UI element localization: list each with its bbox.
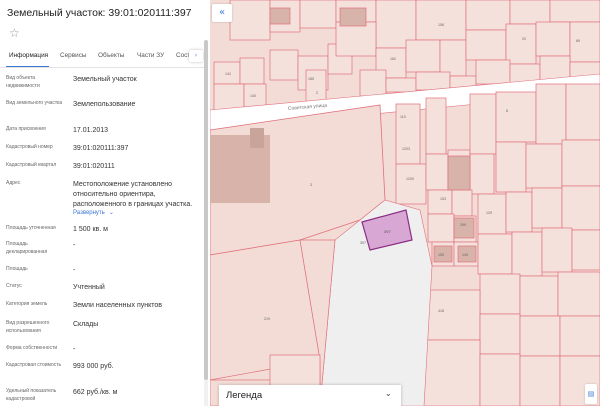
layers-icon[interactable]: ▤	[585, 384, 597, 404]
expand-label[interactable]: Развернуть	[73, 210, 105, 216]
parcel-number: 2	[316, 91, 318, 95]
attr-value: Земли населенных пунктов	[73, 302, 163, 309]
attr-label: Кадастровый номер	[6, 144, 53, 150]
parcel-number: 140	[250, 94, 256, 98]
scrollbar-thumb[interactable]	[204, 40, 208, 380]
attr-label: Адрес	[6, 180, 21, 186]
attr-value: 39:01:020111:397	[73, 145, 129, 152]
attr-label: Вид земельного участка	[6, 100, 63, 106]
tab-parts[interactable]: Части ЗУ	[137, 52, 164, 59]
attr-label: Статус	[6, 283, 22, 289]
tab-services[interactable]: Сервисы	[60, 52, 86, 59]
attr-label: Форма собственности	[6, 345, 58, 351]
tab-objects[interactable]: Объекты	[98, 52, 124, 59]
attr-value: -	[73, 242, 76, 249]
attr-value: -	[73, 267, 76, 274]
parcel-number: 129	[486, 211, 492, 215]
parcel-number: 418	[438, 309, 444, 313]
attr-label: Дата присвоения	[6, 126, 46, 132]
attr-value: 993 000 руб.	[73, 363, 114, 370]
attr-label: Кадастровая стоимость	[6, 362, 62, 368]
cadastral-map[interactable]: Советская улица 397 141 185 140 162 3 15…	[210, 0, 600, 406]
attr-value: Земельный участок	[73, 76, 137, 83]
attr-value: 17.01.2013	[73, 127, 109, 134]
parcel-number: 156	[438, 23, 444, 27]
selected-parcel-label: 397	[384, 229, 391, 234]
active-tab-indicator	[6, 66, 49, 67]
attr-value: 1 500 кв. м	[73, 226, 108, 233]
map-canvas[interactable]: Советская улица 397 141 185 140 162 3 15…	[210, 0, 600, 406]
attr-value: Склады	[73, 321, 99, 328]
attr-value: Местоположение установлено относительно …	[73, 181, 193, 208]
parcel-number: 8	[506, 109, 508, 113]
parcel-number: 149	[462, 253, 468, 257]
parcel-number: 110	[400, 115, 406, 119]
attr-label: Вид объекта недвижимости	[6, 75, 40, 89]
double-chevron-left-icon[interactable]: «	[212, 4, 232, 22]
parcel-number: 399	[460, 223, 466, 227]
parcel-number: 3	[310, 183, 312, 187]
attr-value: -	[73, 346, 76, 353]
parcel-number: 219	[264, 317, 270, 321]
attr-value: 39:01:020111	[73, 163, 115, 170]
chevron-down-icon[interactable]: ⌄	[109, 209, 114, 216]
parcel-number: 1200	[406, 177, 414, 181]
parcel-number: 1203	[402, 147, 410, 151]
attr-value: Землепользование	[73, 101, 136, 108]
attr-label: Площадь декларированная	[6, 241, 48, 255]
tab-bar: Информация Сервисы Объекты Части ЗУ Сост	[0, 46, 205, 68]
parcel-number: 162	[390, 57, 396, 61]
parcel-number: 153	[440, 197, 446, 201]
attr-label: Площадь	[6, 266, 28, 272]
parcel-number: 141	[225, 72, 231, 76]
attr-label: Вид разрешенного использования	[6, 320, 50, 334]
page-title: Земельный участок: 39:01:020111:397	[7, 7, 192, 19]
chevron-down-icon[interactable]: ⌄	[385, 389, 392, 398]
parcel-number: 397	[360, 241, 366, 245]
legend-dropdown[interactable]: Легенда ⌄	[219, 385, 401, 406]
parcel-number: 20	[522, 37, 526, 41]
info-panel: Земельный участок: 39:01:020111:397 ☆ Ин…	[0, 0, 210, 406]
star-icon[interactable]: ☆	[9, 26, 20, 40]
tab-information[interactable]: Информация	[9, 52, 48, 59]
parcel-number: 185	[308, 77, 314, 81]
expand-link[interactable]: Развернуть ⌄	[73, 209, 114, 216]
attr-label: Категория земель	[6, 301, 48, 307]
attr-label: Удельный показатель кадастровой	[6, 388, 57, 402]
chevron-right-icon[interactable]: ›	[189, 50, 203, 62]
attr-label: Площадь уточненная	[6, 225, 56, 231]
parcel-number: 89	[576, 39, 580, 43]
attr-value: 662 руб./кв. м	[73, 389, 118, 396]
attr-label: Кадастровый квартал	[6, 162, 57, 168]
parcel-number: 155	[438, 253, 444, 257]
attr-value: Учтенный	[73, 284, 105, 291]
legend-label[interactable]: Легенда	[226, 390, 262, 401]
